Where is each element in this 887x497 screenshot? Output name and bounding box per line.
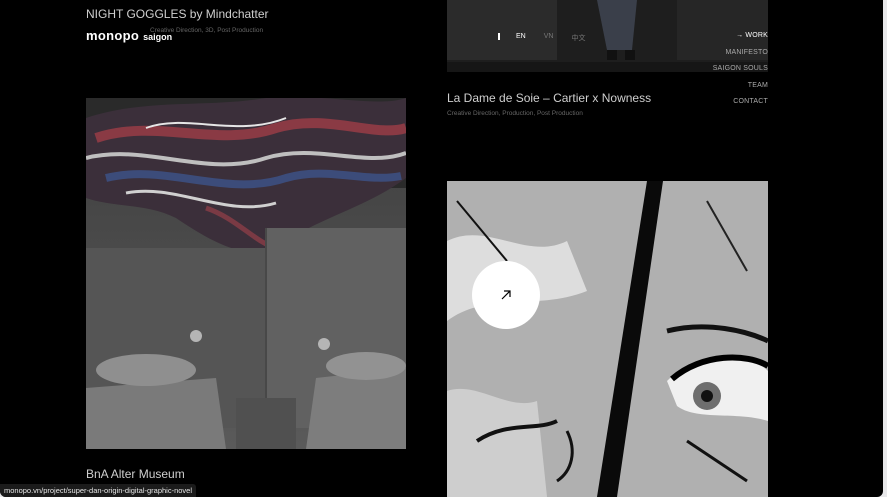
project-image-super-dan[interactable] xyxy=(447,181,768,497)
nav-item-saigon-souls[interactable]: SAIGON SOULS xyxy=(713,64,768,81)
project-image-bna-art xyxy=(86,98,406,449)
project-subtitle-cartier: Creative Direction, Production, Post Pro… xyxy=(447,110,583,117)
project-image-super-dan-art xyxy=(447,181,768,497)
arrow-up-right-icon xyxy=(501,290,511,300)
browser-viewport: NIGHT GOGGLES by Mindchatter Creative Di… xyxy=(0,0,883,497)
logo-main-text: monopo xyxy=(86,28,140,43)
hover-cursor-circle xyxy=(472,261,540,329)
project-title-cartier[interactable]: La Dame de Soie – Cartier x Nowness xyxy=(447,91,651,105)
lang-en[interactable]: EN xyxy=(516,33,526,43)
language-divider xyxy=(498,33,500,40)
language-switcher: EN VN 中文 xyxy=(498,33,603,43)
lang-vn[interactable]: VN xyxy=(544,33,554,43)
main-nav: → WORK MANIFESTO SAIGON SOULS TEAM CONTA… xyxy=(713,31,768,114)
nav-item-contact[interactable]: CONTACT xyxy=(713,97,768,114)
project-title-night-goggles[interactable]: NIGHT GOGGLES by Mindchatter xyxy=(86,7,269,21)
nav-item-team[interactable]: TEAM xyxy=(713,81,768,98)
logo-sub-text: saigon xyxy=(143,32,173,42)
lang-zh[interactable]: 中文 xyxy=(571,33,585,43)
project-image-bna[interactable] xyxy=(86,98,406,449)
project-title-bna[interactable]: BnA Alter Museum xyxy=(86,467,185,481)
link-status-bar: monopo.vn/project/super-dan-origin-digit… xyxy=(0,484,197,497)
logo[interactable]: monopo saigon xyxy=(86,28,172,43)
nav-item-manifesto[interactable]: MANIFESTO xyxy=(713,48,768,65)
nav-item-work[interactable]: → WORK xyxy=(713,31,768,48)
